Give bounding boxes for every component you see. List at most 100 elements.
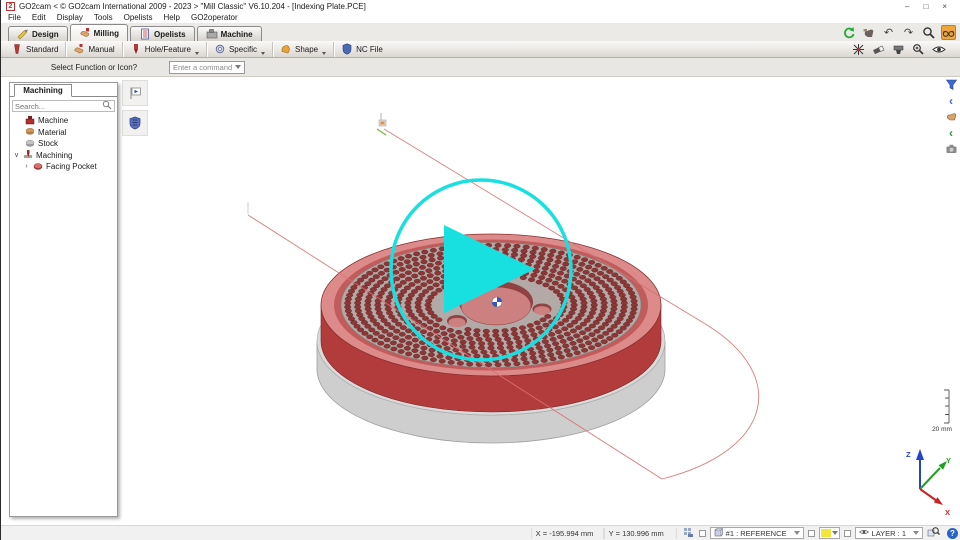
- axis-triad: Z Y X: [906, 449, 951, 517]
- machine-icon: [206, 28, 218, 40]
- shield-icon: [341, 43, 353, 55]
- flyout-indicator-icon: [322, 52, 326, 55]
- command-dropdown[interactable]: Enter a command: [169, 61, 245, 74]
- drill-icon: [130, 43, 142, 55]
- machining-panel: Machining Machine Material: [9, 82, 118, 517]
- machining-tree: Machine Material Stock ∨ Machining: [10, 115, 117, 173]
- menu-item-opelists[interactable]: Opelists: [124, 13, 153, 22]
- tab-milling[interactable]: Milling: [70, 24, 128, 41]
- search-box[interactable]: [12, 100, 115, 112]
- refresh-icon[interactable]: [841, 25, 856, 40]
- camera-icon[interactable]: [943, 141, 959, 156]
- layer-dropdown[interactable]: LAYER : 1: [855, 527, 923, 539]
- tab-strip: Design Milling Opelists Machine ↶ ↷: [1, 23, 960, 41]
- viewport-3d[interactable]: 20 mm Z Y X: [1, 77, 960, 525]
- layer-checkbox[interactable]: [844, 530, 851, 537]
- hand-tool-icon[interactable]: [943, 109, 959, 124]
- view-toolbar-row2: [851, 42, 946, 57]
- ribbon-standard-button[interactable]: Standard: [4, 42, 66, 57]
- command-bar: Select Function or Icon? Enter a command: [1, 58, 960, 77]
- expander-open-icon[interactable]: ∨: [13, 151, 20, 159]
- menu-item-go2operator[interactable]: GO2operator: [191, 13, 238, 22]
- color-swatch-dropdown[interactable]: [819, 527, 840, 539]
- scale-label: 20 mm: [932, 426, 952, 433]
- gear-icon: [214, 43, 226, 55]
- undo-icon[interactable]: ↶: [881, 25, 896, 40]
- grab-hand-icon[interactable]: [861, 25, 876, 40]
- command-prompt-label: Select Function or Icon?: [29, 63, 159, 72]
- go2cam-window: 2 GO2cam < © GO2cam International 2009 -…: [0, 0, 960, 540]
- ribbon-hole-feature-button[interactable]: Hole/Feature: [123, 42, 207, 57]
- statusbar: X = -195.994 mm Y = 130.996 mm #1 : REFE…: [1, 525, 960, 540]
- ribbon-manual-button[interactable]: Manual: [66, 42, 122, 57]
- visibility-eye-icon[interactable]: [931, 42, 946, 57]
- tree-item-machining[interactable]: ∨ Machining: [10, 150, 117, 162]
- ribbon: Standard Manual Hole/Feature Specific Sh…: [1, 41, 960, 58]
- reference-dropdown[interactable]: #1 : REFERENCE: [710, 527, 804, 539]
- eye-icon: [859, 528, 869, 538]
- color-checkbox[interactable]: [808, 530, 815, 537]
- cutter-icon: [11, 43, 23, 55]
- ribbon-nc-file-button[interactable]: NC File: [334, 42, 390, 57]
- ribbon-shape-button[interactable]: Shape: [273, 42, 334, 57]
- zoom-layers-icon[interactable]: [927, 526, 940, 540]
- tree-item-stock[interactable]: Stock: [10, 138, 117, 150]
- tree-machine-icon: [25, 115, 35, 127]
- tree-item-material[interactable]: Material: [10, 127, 117, 139]
- window-title: GO2cam < © GO2cam International 2009 - 2…: [19, 2, 366, 11]
- manual-hand-icon: [73, 43, 85, 55]
- tree-stock-icon: [25, 138, 35, 150]
- axis-z-label: Z: [906, 450, 911, 459]
- filter-funnel-icon[interactable]: [943, 77, 959, 92]
- cube-icon: [714, 528, 723, 539]
- tab-opelists[interactable]: Opelists: [130, 26, 195, 41]
- menu-item-display[interactable]: Display: [57, 13, 83, 22]
- help-button[interactable]: ?: [947, 528, 958, 539]
- eraser-icon[interactable]: [871, 42, 886, 57]
- simulation-flag-button[interactable]: [122, 80, 148, 106]
- toolpath-start-marker: [377, 113, 386, 135]
- titlebar: 2 GO2cam < © GO2cam International 2009 -…: [1, 0, 960, 12]
- zoom-in-icon[interactable]: [911, 42, 926, 57]
- expander-closed-icon[interactable]: ›: [23, 163, 30, 170]
- search-icon: [102, 97, 112, 115]
- app-icon: 2: [6, 2, 15, 11]
- right-icon-strip: ‹ ‹: [943, 77, 959, 156]
- shape-icon: [280, 43, 292, 55]
- glasses-icon[interactable]: [941, 25, 956, 40]
- tree-material-icon: [25, 126, 35, 138]
- main-area: 20 mm Z Y X Machining Machine: [1, 77, 960, 525]
- nc-shield-button[interactable]: [122, 110, 148, 136]
- panel-side-buttons: [122, 80, 148, 136]
- minimize-button[interactable]: –: [905, 2, 909, 11]
- y-coordinate-readout: Y = 130.996 mm: [604, 528, 677, 539]
- menu-item-tools[interactable]: Tools: [94, 13, 113, 22]
- menu-item-help[interactable]: Help: [164, 13, 180, 22]
- close-button[interactable]: ×: [942, 2, 947, 11]
- list-icon: [139, 28, 151, 40]
- menu-item-file[interactable]: File: [8, 13, 21, 22]
- redo-icon[interactable]: ↷: [901, 25, 916, 40]
- zoom-icon[interactable]: [921, 25, 936, 40]
- search-input[interactable]: [15, 102, 95, 111]
- pencil-icon: [17, 28, 29, 40]
- color-swatch: [821, 529, 831, 537]
- deburr-icon[interactable]: [851, 42, 866, 57]
- tree-pocket-icon: [33, 161, 43, 173]
- tree-item-machine[interactable]: Machine: [10, 115, 117, 127]
- tree-item-facing-pocket[interactable]: › Facing Pocket: [10, 161, 117, 173]
- center-origin-marker: [492, 297, 502, 307]
- brush-icon[interactable]: [891, 42, 906, 57]
- x-coordinate-readout: X = -195.994 mm: [531, 528, 604, 539]
- view-toolbar-row1: ↶ ↷: [841, 25, 956, 40]
- panel-tab-machining[interactable]: Machining: [14, 84, 72, 97]
- collapse-green-icon[interactable]: ‹: [943, 125, 959, 140]
- tab-design[interactable]: Design: [8, 26, 68, 41]
- menu-item-edit[interactable]: Edit: [32, 13, 46, 22]
- collapse-blue-icon[interactable]: ‹: [943, 93, 959, 108]
- grid-icon[interactable]: [683, 527, 695, 540]
- tab-machine[interactable]: Machine: [197, 26, 262, 41]
- reference-checkbox[interactable]: [699, 530, 706, 537]
- ribbon-specific-button[interactable]: Specific: [207, 42, 273, 57]
- restore-button[interactable]: □: [923, 2, 928, 11]
